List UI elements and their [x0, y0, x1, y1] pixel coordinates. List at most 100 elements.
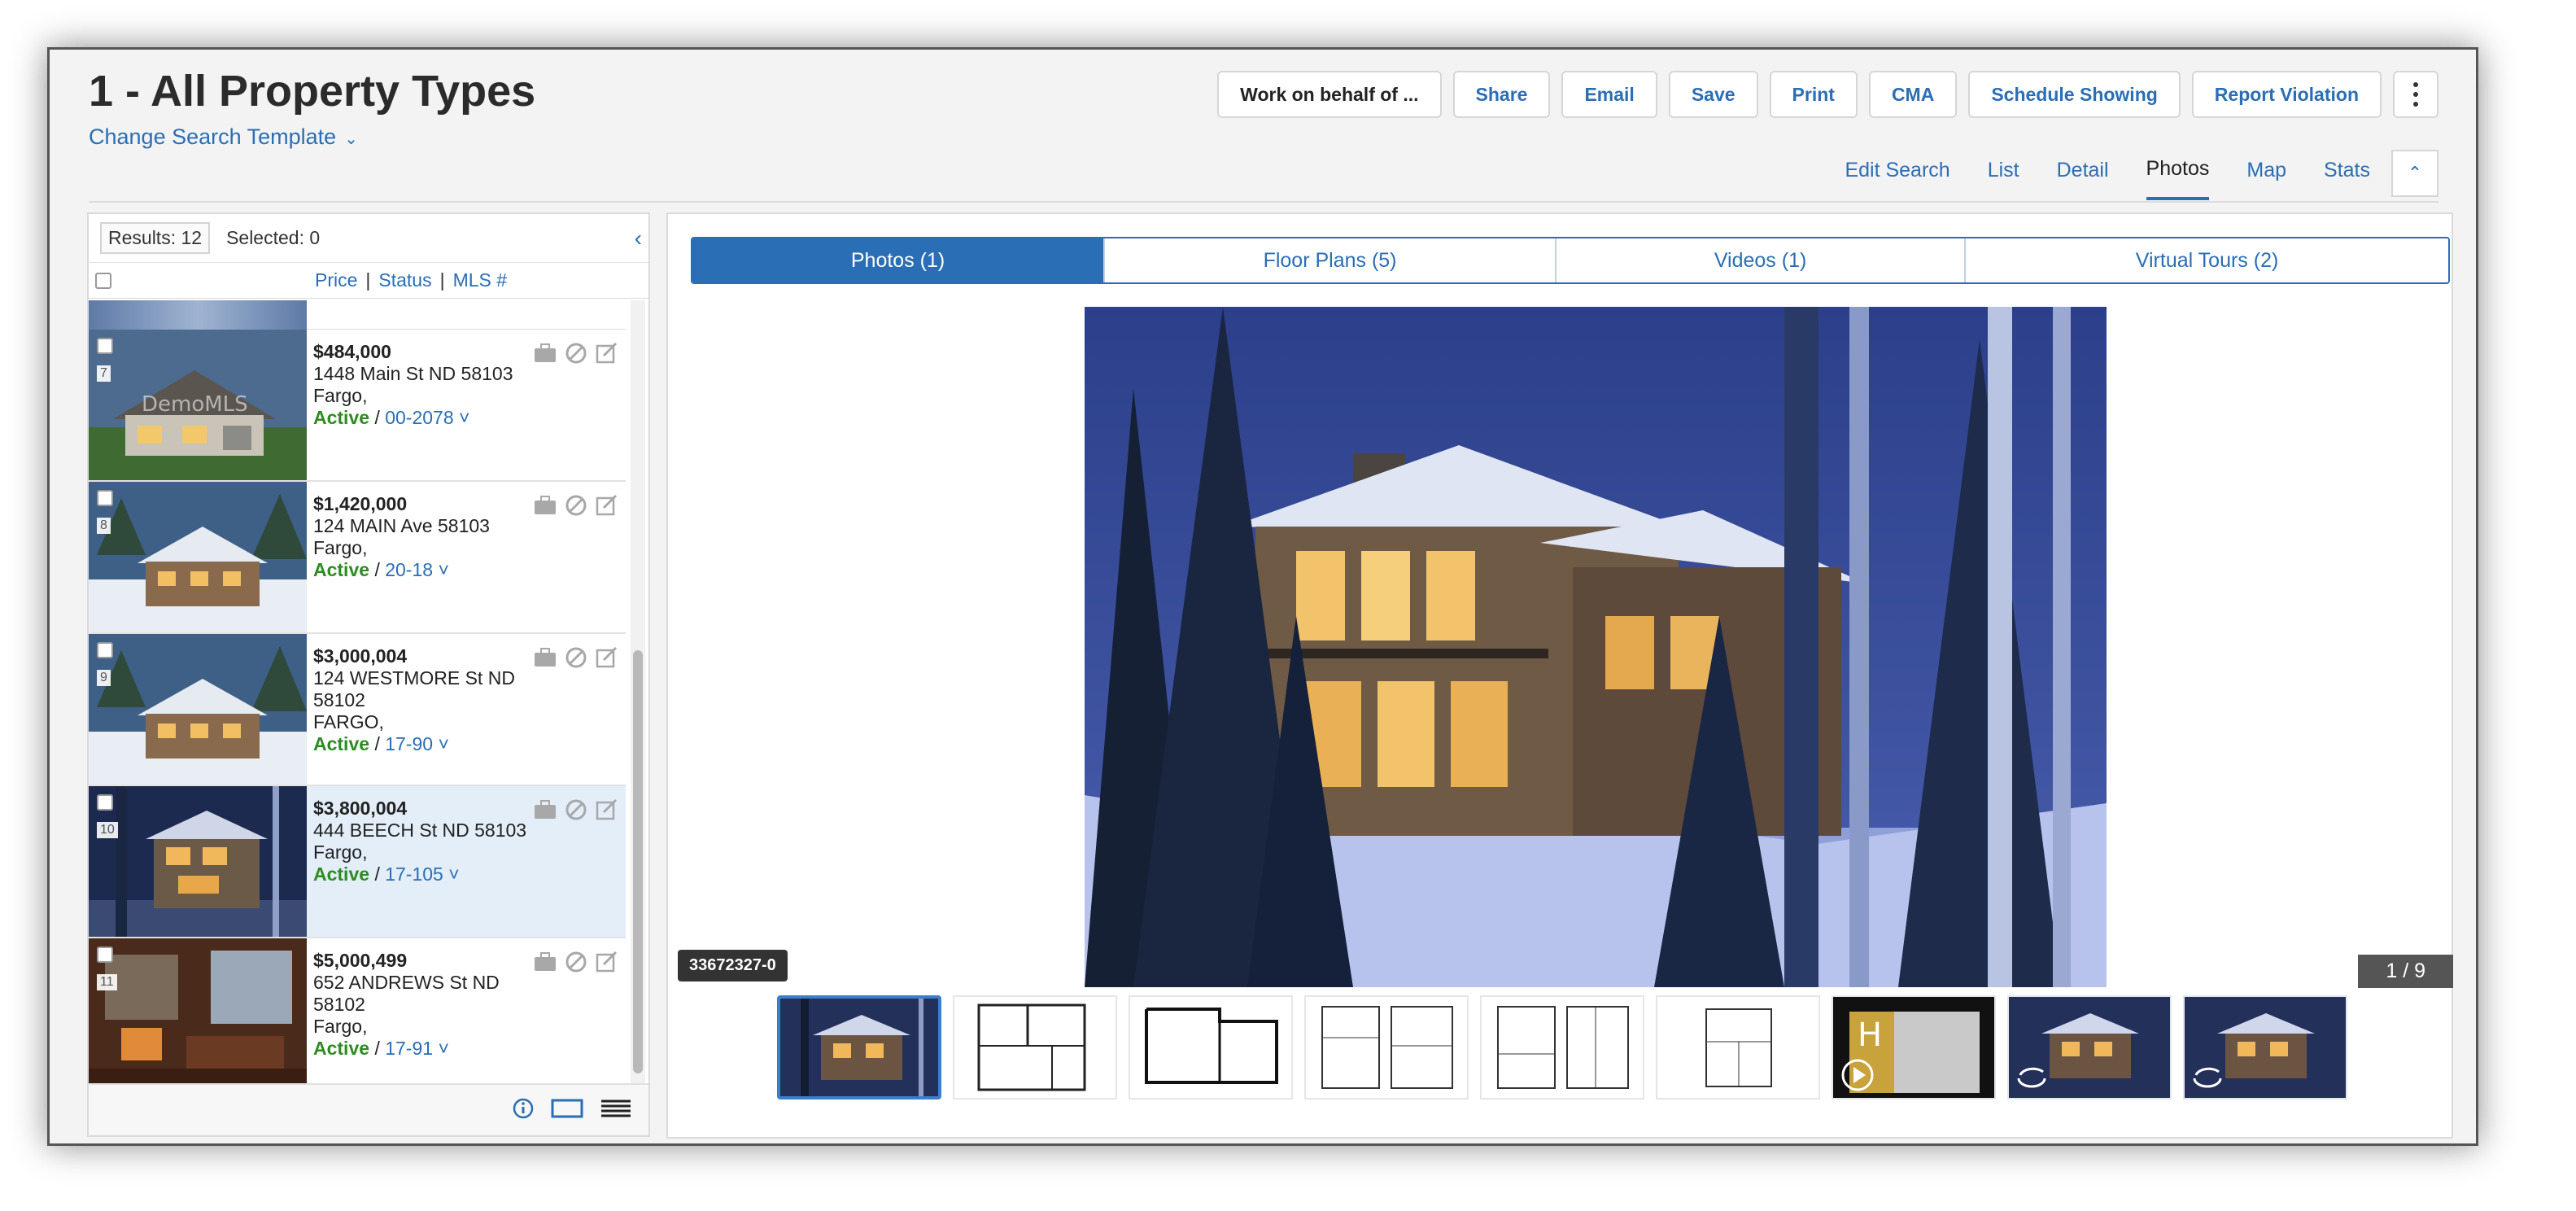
watermark-text: DemoMLS [142, 392, 248, 417]
tab-edit-search[interactable]: Edit Search [1845, 147, 1949, 199]
row-number: 11 [97, 974, 117, 990]
select-all-checkbox[interactable] [95, 272, 111, 289]
block-icon[interactable] [564, 798, 588, 822]
page-title: 1 - All Property Types [89, 67, 536, 116]
list-item-selected[interactable]: 10 $3,800,004 444 BEECH St ND 58103 Farg… [89, 786, 626, 938]
listing-city: Fargo, [313, 842, 368, 863]
thumbnail-floor-plan[interactable] [1304, 995, 1469, 1100]
row-number: 7 [97, 365, 111, 382]
chevron-down-icon: ˅ [438, 559, 449, 580]
list-item[interactable]: 8 $1,420,000 124 MAIN Ave 58103 Fargo, A… [89, 482, 626, 634]
report-violation-button[interactable]: Report Violation [2191, 71, 2382, 118]
tab-floor-plans[interactable]: Floor Plans (5) [1103, 238, 1556, 282]
list-item-partial[interactable] [89, 300, 626, 330]
cma-button[interactable]: CMA [1868, 71, 1958, 118]
thumbnail-floor-plan[interactable] [1656, 995, 1820, 1100]
block-icon[interactable] [564, 645, 588, 670]
collapse-panel-icon[interactable]: ‹ [635, 225, 642, 251]
briefcase-icon[interactable] [533, 341, 557, 365]
listing-info: $3,000,004 124 WESTMORE St ND 58102 FARG… [313, 645, 533, 755]
tab-detail[interactable]: Detail [2057, 147, 2109, 199]
list-item[interactable]: 11 $5,000,499 652 ANDREWS St ND 58102 Fa… [89, 938, 626, 1083]
block-icon[interactable] [564, 493, 588, 518]
row-actions [533, 645, 619, 670]
listing-status: Active [313, 733, 370, 754]
thumbnail-photo[interactable] [777, 995, 941, 1100]
share-button[interactable]: Share [1452, 71, 1551, 118]
block-icon[interactable] [564, 341, 588, 365]
row-checkbox[interactable] [97, 338, 113, 354]
listing-photo: DemoMLS [89, 330, 307, 480]
listing-photo [89, 300, 307, 330]
listing-mls-link[interactable]: 17-90 ˅ [385, 733, 449, 754]
listing-mls-link[interactable]: 20-18 ˅ [385, 559, 449, 580]
edit-icon[interactable] [595, 645, 619, 670]
listing-price: $3,800,004 [313, 798, 408, 819]
listing-mls-link[interactable]: 00-2078 ˅ [385, 407, 469, 428]
info-icon[interactable] [512, 1097, 535, 1124]
listing-address: 444 BEECH St ND 58103 [313, 820, 527, 841]
row-checkbox[interactable] [97, 794, 113, 811]
selected-count: Selected: 0 [226, 227, 321, 248]
collapse-header-button[interactable]: ⌃ [2391, 149, 2438, 197]
block-icon[interactable] [564, 950, 588, 974]
tab-list[interactable]: List [1988, 147, 2019, 199]
print-button[interactable]: Print [1769, 71, 1858, 118]
row-number: 9 [97, 670, 111, 686]
listing-status: Active [313, 1038, 370, 1059]
listing-price: $484,000 [313, 341, 391, 362]
row-number: 8 [97, 518, 111, 534]
card-view-icon[interactable] [551, 1099, 583, 1122]
listing-city: Fargo, [313, 537, 368, 558]
list-item[interactable]: DemoMLS 7 $484,000 1448 Main St ND 58103… [89, 330, 626, 482]
scrollbar-thumb[interactable] [633, 650, 643, 1073]
thumbnail-virtual-tour[interactable] [2183, 995, 2347, 1100]
work-on-behalf-select[interactable]: Work on behalf of ... [1217, 71, 1442, 118]
list-scrollbar[interactable] [631, 300, 645, 1083]
results-footer [89, 1083, 648, 1135]
row-checkbox[interactable] [97, 947, 113, 963]
briefcase-icon[interactable] [533, 950, 557, 974]
row-checkbox[interactable] [97, 490, 113, 506]
chevron-up-icon: ⌃ [2407, 162, 2423, 183]
more-options-button[interactable] [2393, 71, 2438, 118]
thumbnail-video[interactable]: H [1832, 995, 1996, 1100]
list-item[interactable]: 9 $3,000,004 124 WESTMORE St ND 58102 FA… [89, 634, 626, 786]
list-view-icon[interactable] [600, 1099, 632, 1122]
thumbnail-floor-plan[interactable] [953, 995, 1117, 1100]
tab-stats[interactable]: Stats [2324, 147, 2370, 199]
row-checkbox[interactable] [97, 642, 113, 658]
toolbar: Work on behalf of ... Share Email Save P… [1217, 71, 2438, 118]
app-window: 1 - All Property Types Change Search Tem… [47, 47, 2478, 1146]
email-button[interactable]: Email [1561, 71, 1657, 118]
edit-icon[interactable] [595, 950, 619, 974]
edit-icon[interactable] [595, 341, 619, 365]
tab-photos-media[interactable]: Photos (1) [692, 238, 1104, 282]
row-number: 10 [97, 822, 118, 838]
listing-info: $5,000,499 652 ANDREWS St ND 58102 Fargo… [313, 950, 533, 1060]
briefcase-icon[interactable] [533, 798, 557, 822]
tab-virtual-tours[interactable]: Virtual Tours (2) [1964, 238, 2448, 282]
thumbnail-floor-plan[interactable] [1129, 995, 1293, 1100]
change-search-template-link[interactable]: Change Search Template ⌄ [89, 125, 358, 150]
listing-mls-link[interactable]: 17-91 ˅ [385, 1038, 449, 1059]
thumbnail-floor-plan[interactable] [1480, 995, 1644, 1100]
edit-icon[interactable] [595, 798, 619, 822]
listing-price: $5,000,499 [313, 950, 408, 971]
edit-icon[interactable] [595, 493, 619, 518]
thumbnail-virtual-tour[interactable] [2007, 995, 2172, 1100]
sort-price-link[interactable]: Price [315, 269, 357, 291]
results-panel: Results: 12 Selected: 0 ‹ Price | Status | M… [87, 212, 650, 1137]
main-photo[interactable] [1085, 307, 2107, 987]
tab-map[interactable]: Map [2246, 147, 2286, 199]
briefcase-icon[interactable] [533, 493, 557, 518]
tab-videos[interactable]: Videos (1) [1555, 238, 1965, 282]
save-button[interactable]: Save [1668, 71, 1758, 118]
sort-status-link[interactable]: Status [378, 269, 431, 291]
briefcase-icon[interactable] [533, 645, 557, 670]
listing-mls-link[interactable]: 17-105 ˅ [385, 863, 459, 885]
listing-address: 124 MAIN Ave 58103 [313, 515, 490, 536]
sort-mls-link[interactable]: MLS # [453, 269, 507, 291]
schedule-showing-button[interactable]: Schedule Showing [1968, 71, 2181, 118]
tab-photos[interactable]: Photos [2146, 146, 2210, 200]
